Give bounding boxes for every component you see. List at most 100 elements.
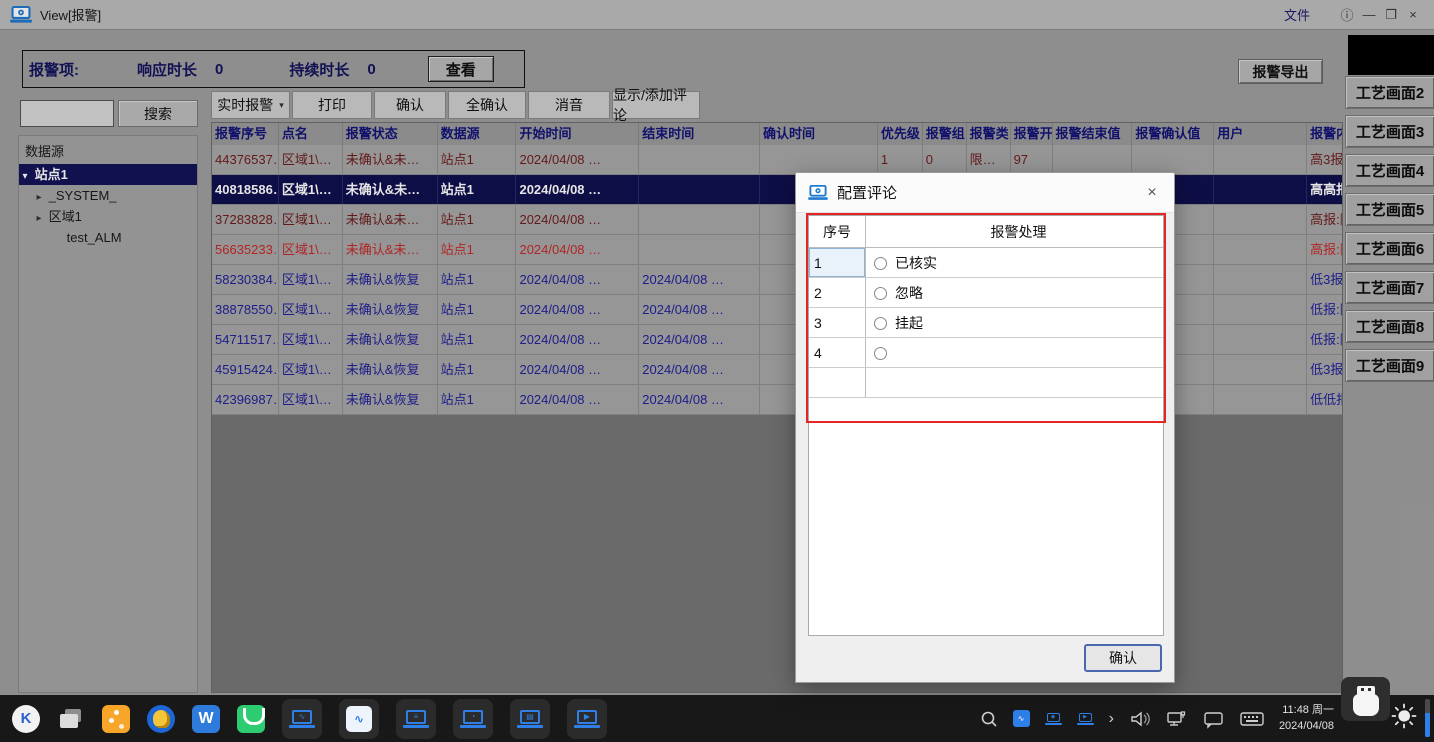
cell-status: 未确认&未… bbox=[343, 205, 438, 234]
view-button[interactable]: 查看 bbox=[428, 56, 494, 82]
cell-end-time: 2024/04/08 … bbox=[639, 355, 760, 384]
comment-row[interactable]: 4 bbox=[809, 338, 1163, 368]
restore-icon[interactable]: ❐ bbox=[1380, 7, 1402, 23]
tree-expand-icon[interactable]: ▸ bbox=[33, 187, 45, 208]
column-header[interactable]: 报警确认值 bbox=[1132, 123, 1214, 145]
tray-expand-chevron-icon[interactable]: › bbox=[1109, 710, 1114, 728]
cell-user bbox=[1214, 205, 1307, 234]
column-header[interactable]: 报警开 bbox=[1011, 123, 1053, 145]
orange-app-icon[interactable] bbox=[102, 705, 130, 733]
duration-value: 0 bbox=[367, 61, 375, 78]
tree-item[interactable]: ▸ _SYSTEM_ bbox=[19, 185, 197, 206]
column-header[interactable]: 报警结束值 bbox=[1053, 123, 1133, 145]
app-tile-player-icon[interactable]: ▶ bbox=[567, 699, 607, 739]
column-header[interactable]: 报警状态 bbox=[343, 123, 438, 145]
radio-button[interactable] bbox=[874, 317, 887, 330]
toolbar-button[interactable]: 消音 bbox=[528, 91, 610, 119]
comment-row[interactable]: 1 已核实 bbox=[809, 248, 1163, 278]
radio-button[interactable] bbox=[874, 347, 887, 360]
process-screen-button[interactable]: 工艺画面8 bbox=[1345, 310, 1434, 343]
process-screen-button[interactable]: 工艺画面2 bbox=[1345, 76, 1434, 109]
column-header[interactable]: 优先级 bbox=[878, 123, 923, 145]
volume-icon[interactable] bbox=[1129, 709, 1151, 729]
keyboard-icon[interactable] bbox=[1240, 709, 1264, 729]
usb-device-popup[interactable] bbox=[1341, 677, 1390, 721]
column-header[interactable]: 报警内 bbox=[1307, 123, 1342, 145]
cell-start-time: 2024/04/08 … bbox=[516, 265, 639, 294]
app-tile-database-icon[interactable]: ▤ bbox=[510, 699, 550, 739]
task-view-icon[interactable] bbox=[57, 705, 85, 733]
process-screen-button[interactable]: 工艺画面3 bbox=[1345, 115, 1434, 148]
comment-row[interactable]: 3 挂起 bbox=[809, 308, 1163, 338]
search-icon[interactable] bbox=[980, 710, 998, 728]
column-header[interactable]: 报警组 bbox=[923, 123, 967, 145]
process-screen-button[interactable]: 工艺画面9 bbox=[1345, 349, 1434, 382]
app-tile-pulse-icon[interactable]: ∿ bbox=[339, 699, 379, 739]
tree-expand-icon[interactable]: ▸ bbox=[33, 208, 45, 229]
search-button[interactable]: 搜索 bbox=[118, 100, 198, 127]
cell-seq: 45915424… bbox=[212, 355, 279, 384]
tray-app-waveform-icon[interactable]: ∿ bbox=[1013, 710, 1030, 727]
confirm-button[interactable]: 确认 bbox=[1084, 644, 1162, 672]
app-tile-clipboard-icon[interactable]: ≡ bbox=[396, 699, 436, 739]
close-icon[interactable]: × bbox=[1402, 7, 1424, 22]
toolbar-button[interactable]: 打印 bbox=[292, 91, 372, 119]
tree-item[interactable]: test_ALM bbox=[19, 227, 197, 248]
browser-icon[interactable] bbox=[147, 705, 175, 733]
cell-start-time: 2024/04/08 … bbox=[516, 325, 639, 354]
wps-office-icon[interactable]: W bbox=[192, 705, 220, 733]
toolbar-button[interactable]: 显示/添加评论 bbox=[612, 91, 700, 119]
process-screen-button[interactable]: 工艺画面5 bbox=[1345, 193, 1434, 226]
tray-app-player-icon[interactable]: ▶ bbox=[1077, 713, 1094, 725]
toolbar-button[interactable]: 确认 bbox=[374, 91, 446, 119]
radio-button[interactable] bbox=[874, 287, 887, 300]
alarm-export-button[interactable]: 报警导出 bbox=[1238, 59, 1323, 84]
toolbar-button-label: 全确认 bbox=[466, 95, 508, 115]
table-row[interactable]: 44376537… 区域1\… 未确认&未… 站点1 2024/04/08 … … bbox=[212, 145, 1342, 175]
cell-start-time: 2024/04/08 … bbox=[516, 205, 639, 234]
cell-status: 未确认&恢复 bbox=[343, 295, 438, 324]
process-screen-button[interactable]: 工艺画面7 bbox=[1345, 271, 1434, 304]
cell-end-time: 2024/04/08 … bbox=[639, 325, 760, 354]
tree-item[interactable]: ▾ 站点1 bbox=[19, 164, 197, 185]
column-header[interactable]: 开始时间 bbox=[516, 123, 639, 145]
app-store-icon[interactable] bbox=[237, 705, 265, 733]
comment-column-header: 序号 bbox=[809, 216, 866, 247]
column-header[interactable]: 点名 bbox=[279, 123, 343, 145]
column-header[interactable]: 数据源 bbox=[438, 123, 517, 145]
comment-row[interactable]: 2 忽略 bbox=[809, 278, 1163, 308]
file-menu[interactable]: 文件 bbox=[1284, 5, 1310, 24]
comment-row[interactable] bbox=[809, 368, 1163, 398]
messages-icon[interactable] bbox=[1203, 709, 1225, 729]
theme-toggle-icon[interactable] bbox=[1391, 703, 1417, 734]
clock[interactable]: 11:48 周一 2024/04/08 bbox=[1279, 703, 1334, 735]
app-tile-gauge-icon[interactable]: ◔ bbox=[453, 699, 493, 739]
search-input[interactable] bbox=[20, 100, 114, 127]
tree-expand-icon[interactable]: ▾ bbox=[19, 166, 31, 187]
process-screen-button[interactable]: 工艺画面6 bbox=[1345, 232, 1434, 265]
column-header[interactable]: 用户 bbox=[1214, 123, 1307, 145]
toolbar-button[interactable]: 实时报警 ▾ bbox=[211, 91, 290, 119]
radio-button[interactable] bbox=[874, 257, 887, 270]
toolbar-button[interactable]: 全确认 bbox=[448, 91, 526, 119]
cell-end-time bbox=[639, 235, 760, 264]
process-screen-button[interactable]: 工艺画面4 bbox=[1345, 154, 1434, 187]
network-display-icon[interactable] bbox=[1166, 709, 1188, 729]
launcher-icon[interactable]: K bbox=[12, 705, 40, 733]
dialog-close-icon[interactable]: × bbox=[1142, 184, 1162, 202]
column-header[interactable]: 报警类 bbox=[967, 123, 1011, 145]
edge-slider[interactable] bbox=[1425, 699, 1430, 737]
tree-item[interactable]: ▸ 区域1 bbox=[19, 206, 197, 227]
cell-point: 区域1\… bbox=[279, 265, 343, 294]
minimize-icon[interactable]: — bbox=[1358, 7, 1380, 22]
column-header[interactable]: 确认时间 bbox=[760, 123, 878, 145]
app-logo-icon bbox=[10, 6, 32, 24]
cell-status: 未确认&恢复 bbox=[343, 265, 438, 294]
cell-seq: 42396987… bbox=[212, 385, 279, 414]
comment-row-number: 4 bbox=[809, 338, 866, 367]
column-header[interactable]: 结束时间 bbox=[639, 123, 760, 145]
column-header[interactable]: 报警序号 bbox=[212, 123, 279, 145]
app-tile-monitor-waveform-icon[interactable]: ∿ bbox=[282, 699, 322, 739]
info-icon[interactable]: ⓘ bbox=[1336, 5, 1358, 24]
tray-app-monitor-icon[interactable]: ◉ bbox=[1045, 713, 1062, 725]
